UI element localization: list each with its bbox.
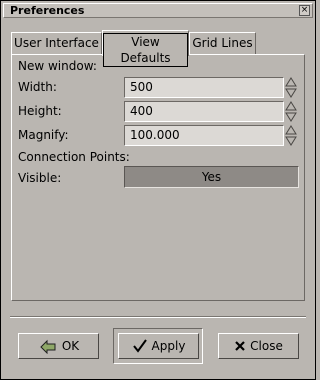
tab-view-defaults[interactable]: View Defaults — [102, 30, 189, 67]
visible-toggle-button[interactable]: Yes — [124, 166, 299, 188]
height-label: Height: — [18, 104, 62, 118]
x-close-icon — [234, 340, 246, 352]
window-title: Preferences — [10, 4, 85, 17]
apply-button-label: Apply — [151, 339, 186, 353]
close-button-label: Close — [250, 339, 283, 353]
magnify-spinner[interactable] — [285, 125, 297, 146]
ok-arrow-icon — [38, 338, 58, 355]
height-spinner[interactable] — [285, 101, 297, 122]
ok-button-label: OK — [61, 339, 80, 353]
new-window-heading: New window: — [18, 59, 97, 73]
magnify-field[interactable]: 100.000 — [124, 125, 284, 146]
tab-grid-lines-label: Grid Lines — [192, 36, 253, 50]
magnify-label: Magnify: — [18, 128, 69, 142]
connection-points-heading: Connection Points: — [18, 150, 130, 164]
window-close-icon[interactable]: × — [299, 5, 310, 16]
close-button[interactable]: Close — [218, 333, 299, 359]
width-field[interactable]: 500 — [124, 77, 284, 98]
checkmark-icon — [132, 338, 148, 354]
visible-label: Visible: — [18, 171, 62, 185]
width-spinner[interactable] — [285, 77, 297, 98]
tab-user-interface[interactable]: User Interface — [11, 32, 102, 54]
ok-button[interactable]: OK — [18, 333, 99, 359]
tab-grid-lines[interactable]: Grid Lines — [189, 32, 256, 54]
tab-user-interface-label: User Interface — [14, 36, 99, 50]
tab-view-defaults-label: View Defaults — [103, 33, 188, 67]
button-separator — [10, 316, 306, 318]
width-label: Width: — [18, 80, 57, 94]
apply-button[interactable]: Apply — [118, 333, 199, 359]
title-bar[interactable]: Preferences × — [3, 3, 313, 18]
height-field[interactable]: 400 — [124, 101, 284, 122]
